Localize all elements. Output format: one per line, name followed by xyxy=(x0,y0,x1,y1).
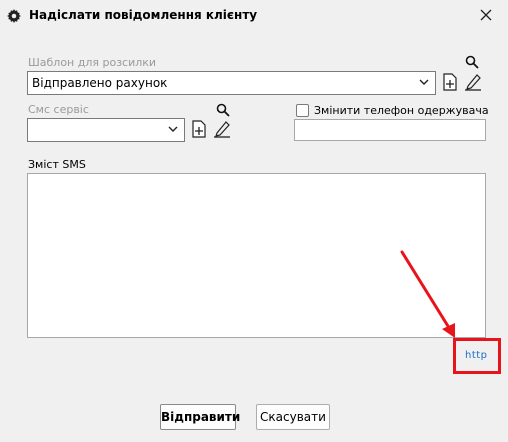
sms-content-label: Зміст SMS xyxy=(28,158,86,171)
close-icon[interactable] xyxy=(479,8,493,22)
template-edit-icon[interactable] xyxy=(464,73,482,91)
dialog-title: Надіслати повідомлення клієнту xyxy=(29,8,258,22)
template-select[interactable]: Відправлено рахунок xyxy=(27,71,436,95)
change-phone-label: Змінити телефон одержувача xyxy=(314,104,489,117)
recipient-phone-input[interactable] xyxy=(294,119,486,141)
title-bar: Надіслати повідомлення клієнту xyxy=(0,0,508,32)
template-label: Шаблон для розсилки xyxy=(28,56,157,69)
annotation-arrow xyxy=(400,250,455,338)
send-message-dialog: Надіслати повідомлення клієнту Шаблон дл… xyxy=(0,0,508,442)
sms-service-select[interactable] xyxy=(27,118,185,142)
sms-service-search-icon[interactable] xyxy=(216,103,230,117)
template-add-icon[interactable] xyxy=(441,73,459,91)
chevron-down-icon xyxy=(168,126,178,132)
cancel-button[interactable]: Скасувати xyxy=(256,404,330,430)
send-button[interactable]: Відправити xyxy=(160,404,240,430)
gear-icon xyxy=(7,9,21,23)
http-link[interactable]: http xyxy=(465,350,488,361)
sms-service-edit-icon[interactable] xyxy=(213,120,231,138)
template-select-value: Відправлено рахунок xyxy=(32,76,168,90)
sms-service-add-icon[interactable] xyxy=(190,120,208,138)
chevron-down-icon xyxy=(419,79,429,85)
template-search-icon[interactable] xyxy=(465,55,479,69)
change-phone-checkbox[interactable] xyxy=(296,104,309,117)
sms-service-label: Смс сервіс xyxy=(28,103,89,116)
